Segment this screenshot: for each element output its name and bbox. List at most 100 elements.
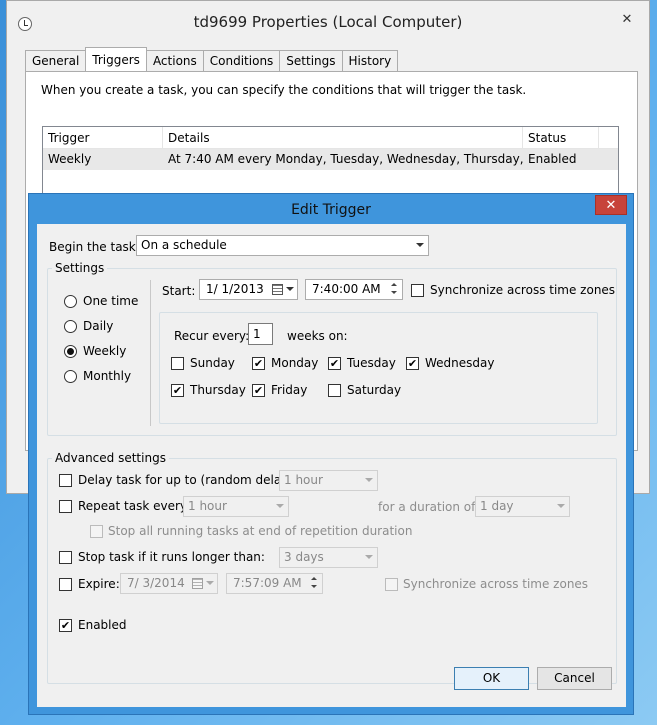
sync-timezones-checkbox[interactable] [411, 284, 424, 297]
settings-group-label: Settings [52, 261, 108, 275]
expire-sync-checkbox[interactable] [385, 578, 398, 591]
triggers-intro: When you create a task, you can specify … [41, 83, 527, 97]
dialog-title: Edit Trigger [291, 202, 371, 218]
checkbox-friday[interactable]: ✔ [252, 384, 265, 397]
expire-checkbox[interactable] [59, 578, 72, 591]
radio-one-time-label: One time [83, 294, 139, 308]
spin-down-icon[interactable] [388, 289, 401, 297]
tab-history[interactable]: History [341, 50, 399, 72]
start-label: Start: [162, 284, 196, 298]
chevron-down-icon [365, 478, 373, 482]
stop-longer-value: 3 days [284, 550, 324, 564]
recur-weeks-input[interactable]: 1 [248, 323, 273, 345]
calendar-icon [272, 284, 283, 295]
recur-label: Recur every: [174, 329, 250, 343]
duration-label: for a duration of: [378, 500, 479, 514]
repeat-task-label: Repeat task every: [78, 499, 191, 513]
radio-monthly[interactable] [64, 370, 77, 383]
delay-task-label: Delay task for up to (random delay): [78, 473, 298, 487]
table-header: Trigger Details Status [43, 127, 618, 149]
stop-all-label: Stop all running tasks at end of repetit… [108, 524, 413, 538]
cell-status: Enabled [528, 152, 577, 166]
time-spin-buttons[interactable] [388, 281, 401, 298]
tab-settings[interactable]: Settings [279, 50, 343, 72]
properties-close-button[interactable]: ✕ [613, 10, 641, 30]
begin-task-value: On a schedule [141, 238, 227, 252]
chevron-down-icon [416, 243, 424, 247]
friday-label: Friday [271, 383, 308, 397]
expire-sync-label: Synchronize across time zones [403, 577, 589, 591]
table-row[interactable]: Weekly At 7:40 AM every Monday, Tuesday,… [43, 149, 618, 170]
radio-one-time[interactable] [64, 295, 77, 308]
radio-weekly-label: Weekly [83, 344, 127, 358]
wednesday-label: Wednesday [425, 356, 495, 370]
begin-task-select[interactable]: On a schedule [136, 235, 429, 256]
duration-value: 1 day [480, 499, 514, 513]
dialog-close-button[interactable]: ✕ [595, 195, 627, 215]
stop-longer-label: Stop task if it runs longer than: [78, 550, 265, 564]
recur-weeks-value: 1 [253, 327, 261, 341]
start-time-value: 7:40:00 AM [312, 282, 381, 296]
tab-actions[interactable]: Actions [145, 50, 204, 72]
spin-up-icon[interactable] [308, 575, 321, 583]
checkbox-tuesday[interactable]: ✔ [328, 357, 341, 370]
properties-titlebar[interactable]: td9699 Properties (Local Computer) ✕ [7, 1, 649, 46]
tab-conditions[interactable]: Conditions [202, 50, 281, 72]
thursday-label: Thursday [190, 383, 246, 397]
delay-value: 1 hour [284, 473, 323, 487]
monday-label: Monday [271, 356, 319, 370]
enabled-label: Enabled [78, 618, 127, 632]
column-status[interactable]: Status [523, 127, 599, 148]
dialog-body: Begin the task: On a schedule Settings O… [37, 224, 626, 707]
delay-task-checkbox[interactable] [59, 474, 72, 487]
settings-divider [150, 280, 151, 426]
checkbox-wednesday[interactable]: ✔ [406, 357, 419, 370]
begin-task-label: Begin the task: [49, 240, 140, 254]
radio-daily-label: Daily [83, 319, 114, 333]
expire-label: Expire: [78, 577, 120, 591]
checkbox-saturday[interactable] [328, 384, 341, 397]
spin-up-icon[interactable] [388, 281, 401, 289]
repeat-select[interactable]: 1 hour [183, 496, 289, 517]
column-details[interactable]: Details [163, 127, 523, 148]
expire-time-stepper[interactable]: 7:57:09 AM [226, 573, 323, 594]
delay-select[interactable]: 1 hour [279, 470, 378, 491]
stop-longer-checkbox[interactable] [59, 551, 72, 564]
calendar-icon [192, 578, 203, 589]
radio-weekly[interactable] [64, 345, 77, 358]
duration-select[interactable]: 1 day [475, 496, 570, 517]
advanced-settings-label: Advanced settings [52, 451, 169, 465]
repeat-task-checkbox[interactable] [59, 500, 72, 513]
expire-date-picker[interactable]: 7/ 3/2014 [120, 573, 218, 594]
tab-general[interactable]: General [25, 50, 87, 72]
advanced-settings-group [47, 458, 617, 684]
cancel-button[interactable]: Cancel [537, 667, 612, 690]
stop-all-checkbox[interactable] [90, 525, 103, 538]
spin-down-icon[interactable] [308, 583, 321, 591]
start-date-value: 1/ 1/2013 [206, 282, 264, 296]
tab-strip: General Triggers Actions Conditions Sett… [25, 47, 399, 72]
chevron-down-icon [206, 581, 214, 585]
start-date-picker[interactable]: 1/ 1/2013 [199, 279, 298, 300]
checkbox-sunday[interactable] [171, 357, 184, 370]
radio-monthly-label: Monthly [83, 369, 132, 383]
column-trigger[interactable]: Trigger [43, 127, 163, 148]
saturday-label: Saturday [347, 383, 402, 397]
chevron-down-icon [286, 287, 294, 291]
checkbox-monday[interactable]: ✔ [252, 357, 265, 370]
tab-triggers[interactable]: Triggers [85, 47, 147, 71]
chevron-down-icon [557, 504, 565, 508]
start-time-stepper[interactable]: 7:40:00 AM [305, 279, 403, 300]
time-spin-buttons[interactable] [308, 575, 321, 592]
expire-time-value: 7:57:09 AM [233, 576, 302, 590]
stop-longer-select[interactable]: 3 days [279, 547, 378, 568]
properties-title: td9699 Properties (Local Computer) [193, 13, 463, 31]
ok-button[interactable]: OK [454, 667, 529, 690]
tuesday-label: Tuesday [347, 356, 396, 370]
expire-date-value: 7/ 3/2014 [127, 576, 185, 590]
enabled-checkbox[interactable]: ✔ [59, 619, 72, 632]
chevron-down-icon [276, 504, 284, 508]
checkbox-thursday[interactable]: ✔ [171, 384, 184, 397]
weeks-on-label: weeks on: [287, 329, 348, 343]
radio-daily[interactable] [64, 320, 77, 333]
